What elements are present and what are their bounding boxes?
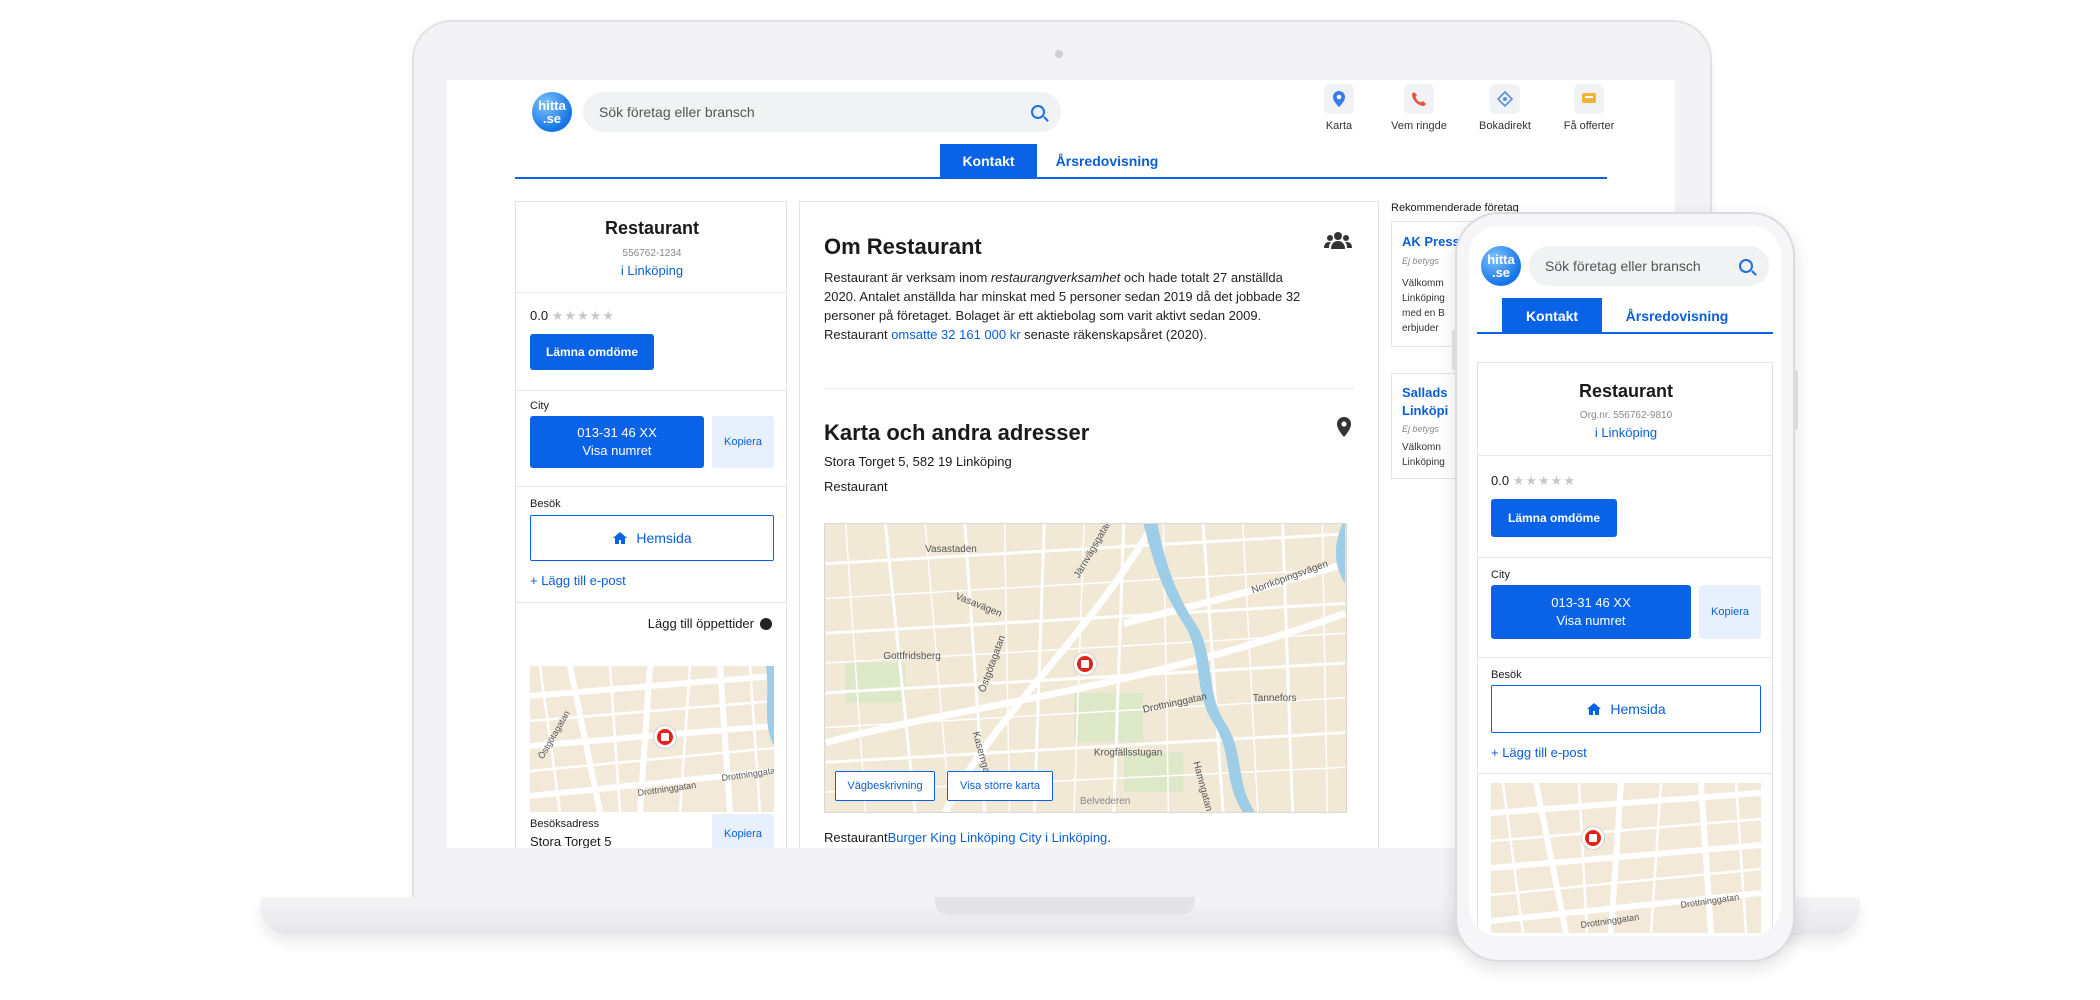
leave-review-button[interactable]: Lämna omdöme — [1491, 499, 1617, 537]
phone-label: City — [530, 400, 549, 412]
phone-screen: hitta .se Sök företag eller bransch Kont… — [1469, 226, 1781, 936]
company-card: Restaurant Org.nr. 556762-9810 i Linköpi… — [1477, 362, 1773, 936]
company-name: Restaurant — [1578, 381, 1674, 401]
search-input[interactable]: Sök företag eller bransch — [1545, 258, 1739, 274]
main-content: Om Restaurant Restaurant är verksam inom… — [799, 201, 1379, 848]
map-marker-icon[interactable] — [654, 726, 676, 748]
homepage-button[interactable]: Hemsida — [530, 515, 774, 561]
copy-phone-button[interactable]: Kopiera — [1699, 585, 1761, 639]
divider — [1478, 773, 1772, 774]
about-title: Om Restaurant — [824, 234, 982, 259]
visit-label: Besök — [1491, 669, 1522, 681]
side-map[interactable]: Drottninggatan Drottninggatan — [1491, 783, 1761, 933]
divider — [1478, 455, 1772, 456]
org-number: 556762-1234 — [622, 248, 682, 259]
rating-row: 0.0 ★★★★★ — [1491, 473, 1576, 489]
map-footer-text: RestaurantBurger King Linköping City i L… — [824, 830, 1111, 845]
search-bar[interactable]: Sök företag eller bransch — [1529, 246, 1769, 286]
add-email-link[interactable]: + Lägg till e-post — [1491, 745, 1587, 760]
map-pin-icon — [1324, 84, 1354, 114]
visit-address: Stora Torget 5 — [530, 834, 612, 848]
visit-address-label: Besöksadress — [530, 818, 600, 830]
map-address: Stora Torget 5, 582 19 Linköping — [824, 454, 1012, 469]
side-map[interactable]: Östgötagatan Drottninggatan Drottninggat… — [530, 666, 774, 812]
search-input[interactable]: Sök företag eller bransch — [599, 104, 1031, 120]
map-company-name: Restaurant — [824, 479, 888, 494]
city-link[interactable]: i Linköping — [1478, 425, 1774, 440]
add-hours-link[interactable]: Lägg till öppettider — [648, 616, 772, 631]
home-icon — [1587, 703, 1602, 715]
tab-arsredovisning[interactable]: Årsredovisning — [1037, 144, 1177, 177]
divider — [516, 602, 786, 603]
map-marker-icon[interactable] — [1074, 653, 1096, 675]
laptop-camera — [1055, 50, 1063, 58]
visit-label: Besök — [530, 498, 561, 510]
company-name: Restaurant — [604, 218, 700, 238]
hitta-logo[interactable]: hitta .se — [532, 92, 572, 132]
bigger-map-button[interactable]: Visa större karta — [947, 771, 1053, 801]
svg-text:Vasastaden: Vasastaden — [925, 544, 977, 555]
nav-bokadirekt[interactable]: Bokadirekt — [1463, 84, 1547, 132]
header-nav: Karta Vem ringde Bokadirekt Få offerter — [1307, 84, 1657, 144]
search-icon[interactable] — [1739, 259, 1753, 273]
copy-address-button[interactable]: Kopiera — [712, 814, 774, 848]
clock-icon — [760, 617, 772, 630]
copy-phone-button[interactable]: Kopiera — [712, 416, 774, 468]
leave-review-button[interactable]: Lämna omdöme — [530, 334, 654, 370]
hitta-logo[interactable]: hitta .se — [1481, 246, 1521, 286]
main-map[interactable]: Vasastaden Järnvägsgatan Vasavägen Norrk… — [824, 523, 1347, 813]
about-text: Restaurant är verksam inom restaurangver… — [824, 270, 1301, 342]
city-link[interactable]: i Linköping — [516, 263, 788, 278]
laptop-notch — [935, 897, 1195, 915]
burger-king-link[interactable]: Burger King Linköping City i Linköping — [888, 830, 1108, 845]
tab-underline — [1477, 332, 1773, 334]
tab-kontakt[interactable]: Kontakt — [940, 144, 1037, 177]
add-email-link[interactable]: + Lägg till e-post — [530, 573, 626, 588]
divider — [516, 292, 786, 293]
rating-value: 0.0 — [530, 308, 549, 323]
tab-kontakt[interactable]: Kontakt — [1502, 298, 1602, 333]
phone-icon — [1404, 84, 1434, 114]
phone-label: City — [1491, 569, 1510, 581]
offer-icon — [1574, 84, 1604, 114]
nav-fa-offerter[interactable]: Få offerter — [1551, 84, 1627, 132]
turnover-link[interactable]: omsatte 32 161 000 kr — [891, 327, 1020, 342]
svg-text:Gottfridsberg: Gottfridsberg — [883, 651, 940, 662]
tab-underline — [515, 177, 1607, 179]
rating-row: 0.0 ★★★★★ — [530, 308, 615, 324]
people-icon — [1324, 232, 1352, 249]
map-marker-icon[interactable] — [1582, 827, 1604, 849]
nav-vem-ringde[interactable]: Vem ringde — [1377, 84, 1461, 132]
rating-value: 0.0 — [1491, 473, 1510, 488]
tab-arsredovisning[interactable]: Årsredovisning — [1602, 298, 1752, 333]
divider — [1478, 657, 1772, 658]
divider — [824, 388, 1354, 389]
divider — [1478, 557, 1772, 558]
org-number: Org.nr. 556762-9810 — [1579, 410, 1673, 421]
location-pin-icon — [1337, 417, 1351, 437]
svg-text:Krogfällsstugan: Krogfällsstugan — [1094, 747, 1162, 758]
divider — [516, 486, 786, 487]
search-bar[interactable]: Sök företag eller bransch — [583, 92, 1061, 132]
divider — [516, 390, 786, 391]
phone-volume-button — [1452, 330, 1456, 370]
show-number-button[interactable]: 013-31 46 XX Visa numret — [1491, 585, 1691, 639]
company-card: Restaurant 556762-1234 i Linköping 0.0 ★… — [515, 201, 787, 848]
svg-text:Tannefors: Tannefors — [1253, 693, 1297, 704]
nav-karta[interactable]: Karta — [1307, 84, 1371, 132]
search-icon[interactable] — [1031, 105, 1045, 119]
homepage-button[interactable]: Hemsida — [1491, 685, 1761, 733]
home-icon — [613, 532, 628, 544]
rating-stars-icon: ★★★★★ — [551, 308, 615, 323]
map-title: Karta och andra adresser — [824, 420, 1090, 445]
booking-icon — [1490, 84, 1520, 114]
phone-power-button — [1794, 370, 1798, 430]
show-number-button[interactable]: 013-31 46 XX Visa numret — [530, 416, 704, 468]
rating-stars-icon: ★★★★★ — [1512, 473, 1576, 488]
svg-text:Belvederen: Belvederen — [1080, 796, 1130, 807]
directions-button[interactable]: Vägbeskrivning — [835, 771, 935, 801]
